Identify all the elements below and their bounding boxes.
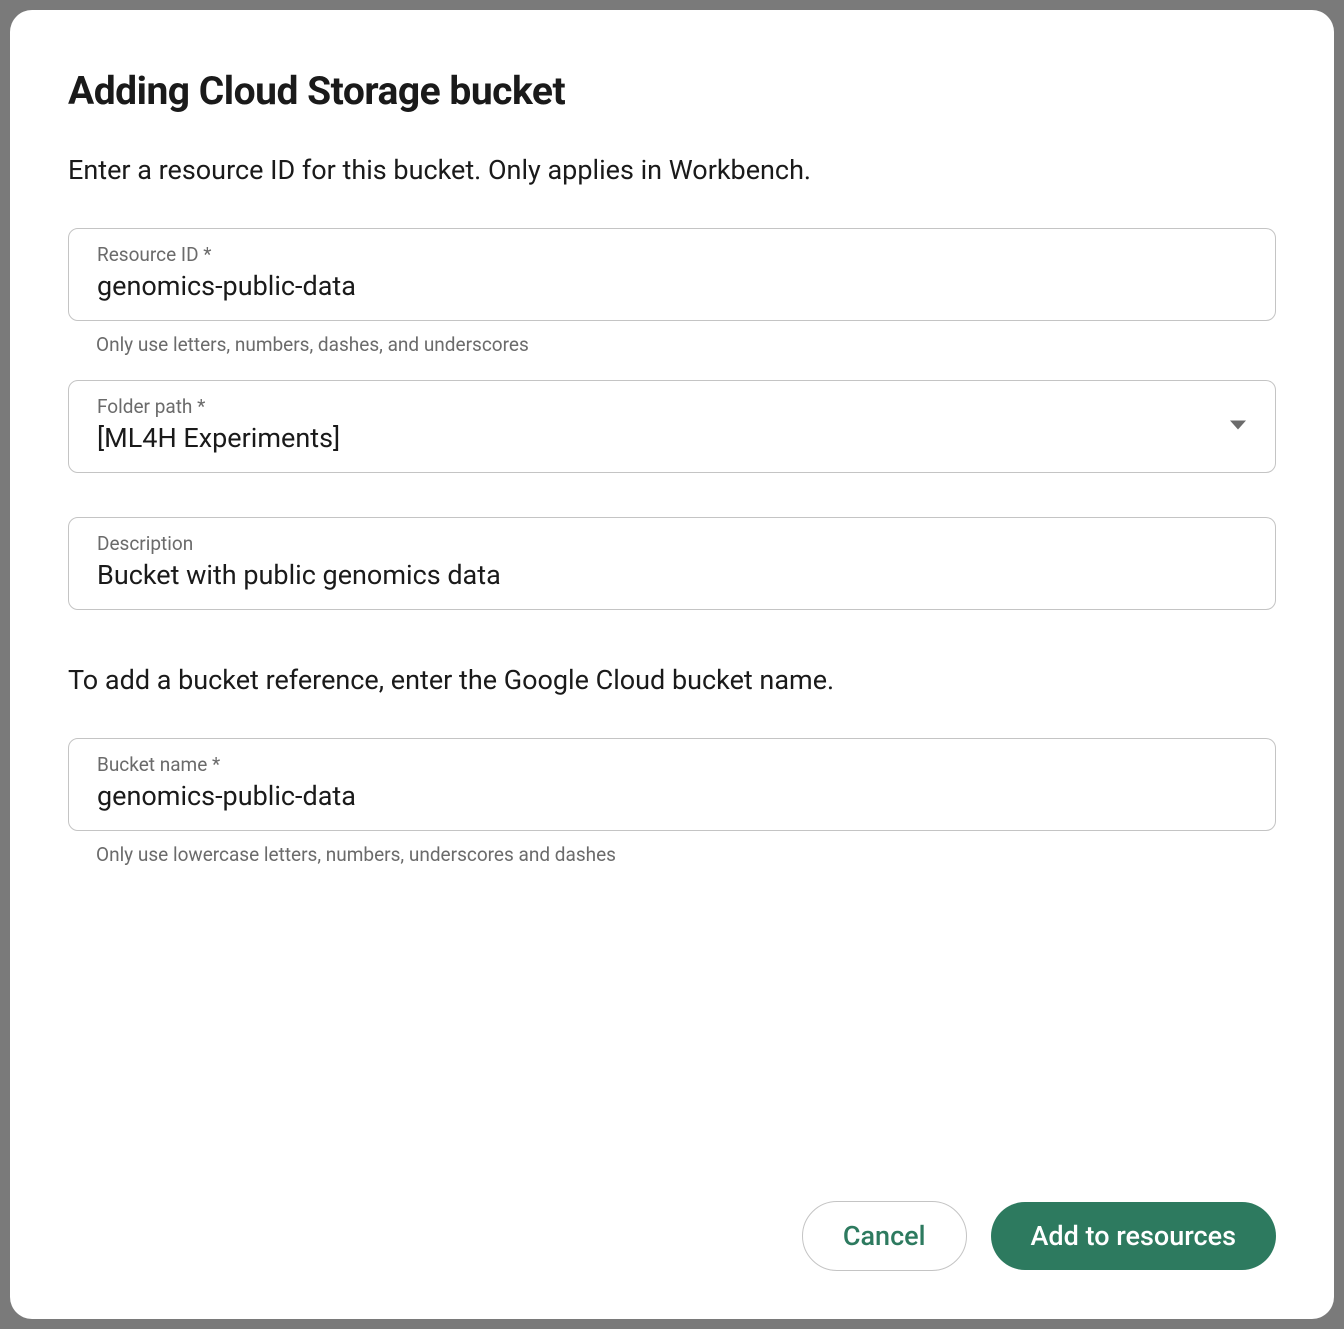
dialog-subtitle: Enter a resource ID for this bucket. Onl… xyxy=(68,152,1276,190)
dialog-button-row: Cancel Add to resources xyxy=(802,1201,1276,1271)
bucket-name-label: Bucket name * xyxy=(97,753,1247,776)
chevron-down-icon xyxy=(1229,417,1247,436)
add-to-resources-button[interactable]: Add to resources xyxy=(991,1202,1276,1270)
description-label: Description xyxy=(97,532,1247,555)
description-group: Description xyxy=(68,517,1276,610)
description-input[interactable] xyxy=(97,559,1247,591)
bucket-name-field[interactable]: Bucket name * xyxy=(68,738,1276,831)
cancel-button[interactable]: Cancel xyxy=(802,1201,967,1271)
resource-id-helper: Only use letters, numbers, dashes, and u… xyxy=(96,333,1276,356)
resource-id-group: Resource ID * Only use letters, numbers,… xyxy=(68,228,1276,356)
resource-id-input[interactable] xyxy=(97,270,1247,302)
bucket-name-group: Bucket name * Only use lowercase letters… xyxy=(68,738,1276,866)
folder-path-label: Folder path * xyxy=(97,395,1247,418)
add-bucket-dialog: Adding Cloud Storage bucket Enter a reso… xyxy=(10,10,1334,1319)
folder-path-value: [ML4H Experiments] xyxy=(97,422,1247,454)
bucket-name-helper: Only use lowercase letters, numbers, und… xyxy=(96,843,1276,866)
bucket-instruction: To add a bucket reference, enter the Goo… xyxy=(68,662,1276,700)
resource-id-field[interactable]: Resource ID * xyxy=(68,228,1276,321)
resource-id-label: Resource ID * xyxy=(97,243,1247,266)
dialog-title: Adding Cloud Storage bucket xyxy=(68,68,1276,114)
bucket-name-input[interactable] xyxy=(97,780,1247,812)
folder-path-select[interactable]: Folder path * [ML4H Experiments] xyxy=(68,380,1276,473)
description-field[interactable]: Description xyxy=(68,517,1276,610)
folder-path-group: Folder path * [ML4H Experiments] xyxy=(68,380,1276,473)
